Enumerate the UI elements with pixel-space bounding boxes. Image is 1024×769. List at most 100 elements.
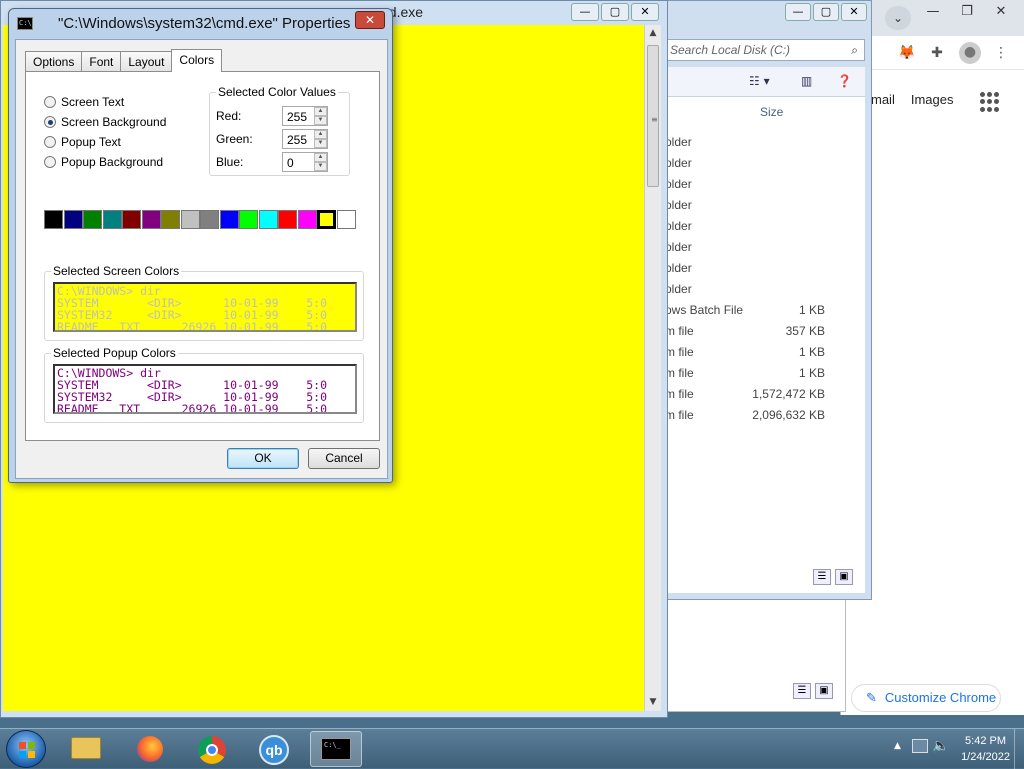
scroll-up-icon[interactable]: ▲ [645,25,661,42]
file-row[interactable]: m file 2,096,632 KB [665,408,865,429]
color-swatch[interactable] [297,210,317,229]
color-swatch[interactable] [44,210,63,229]
start-button[interactable] [6,730,46,768]
metamask-icon[interactable]: 🦊 [897,43,917,63]
gmail-link[interactable]: mail [871,92,895,107]
tab-layout[interactable]: Layout [120,51,173,71]
dialog-close-button[interactable]: ✕ [355,11,385,29]
cancel-button[interactable]: Cancel [308,448,380,469]
tab-colors[interactable]: Colors [171,49,223,72]
large-icons-view-icon[interactable]: ▣ [835,569,853,585]
file-row[interactable]: ows Batch File 1 KB [665,303,865,324]
ok-button[interactable]: OK [227,448,299,469]
tab-font[interactable]: Font [81,51,122,71]
file-row[interactable]: older [665,198,865,219]
chrome-close-button[interactable]: ✕ [984,0,1018,24]
radio-screen-background[interactable]: Screen Background [44,112,166,132]
color-swatch[interactable] [317,210,336,229]
explorer-minimize-button[interactable]: — [785,3,811,21]
cmd-minimize-button[interactable]: — [571,3,599,21]
green-spinner[interactable]: ▲ ▼ [314,130,327,148]
radio-popup-text[interactable]: Popup Text [44,132,166,152]
profile-icon[interactable]: ● [959,42,981,64]
color-swatch[interactable] [200,210,219,229]
file-row[interactable]: older [665,219,865,240]
file-row[interactable]: m file 1 KB [665,345,865,366]
file-type: ows Batch File [665,303,744,317]
radio-button[interactable] [44,156,56,168]
explorer-close-button[interactable]: ✕ [841,3,867,21]
color-swatch[interactable] [336,210,356,229]
file-row[interactable]: older [665,177,865,198]
taskbar-chrome[interactable] [186,731,238,767]
color-swatch[interactable] [83,210,102,229]
color-swatch[interactable] [63,210,83,229]
network-icon[interactable] [912,739,928,753]
cmd-maximize-button[interactable]: ▢ [601,3,629,21]
file-row[interactable]: older [665,156,865,177]
spin-up-icon[interactable]: ▲ [314,107,327,116]
chrome-minimize-button[interactable]: — [916,0,950,24]
cmd-close-button[interactable]: ✕ [631,3,659,21]
file-row[interactable]: m file 357 KB [665,324,865,345]
spin-down-icon[interactable]: ▼ [314,162,327,171]
scroll-thumb[interactable]: ≡ [647,45,659,187]
color-swatch[interactable] [141,210,161,229]
google-apps-icon[interactable] [980,92,1000,112]
radio-button[interactable] [44,136,56,148]
volume-icon[interactable]: 🔈 [932,738,949,754]
scroll-down-icon[interactable]: ▼ [645,694,661,711]
color-swatch[interactable] [239,210,258,229]
show-hidden-icons-icon[interactable]: ▲ [894,741,901,751]
color-swatch[interactable] [161,210,180,229]
taskbar-explorer[interactable] [60,731,112,767]
radio-popup-background[interactable]: Popup Background [44,152,166,172]
spin-down-icon[interactable]: ▼ [314,116,327,125]
file-row[interactable]: m file 1 KB [665,366,865,387]
taskbar-qbittorrent[interactable]: qb [248,731,300,767]
explorer-search-input[interactable]: Search Local Disk (C:) ⌕ [665,39,865,61]
red-row: Red: 255 ▲ ▼ [216,106,346,126]
file-row[interactable]: older [665,240,865,261]
color-swatch[interactable] [278,210,297,229]
taskbar-firefox[interactable] [124,731,176,767]
cmd-system-icon[interactable]: C:\_ [17,17,36,30]
chrome-menu-icon[interactable]: ⋮ [991,43,1011,63]
tab-search-button[interactable]: ⌄ [885,6,911,30]
radio-button[interactable] [44,96,56,108]
search-icon[interactable]: ⌕ [851,43,858,58]
view-options-icon[interactable]: ☷ ▾ [749,74,770,88]
tab-options[interactable]: Options [25,51,83,71]
file-row[interactable]: older [665,282,865,303]
extensions-icon[interactable]: ✚ [927,43,947,63]
size-column-header[interactable]: Size [760,105,783,119]
explorer-maximize-button[interactable]: ▢ [813,3,839,21]
chrome-restore-button[interactable]: ❐ [950,0,984,24]
color-swatch[interactable] [180,210,200,229]
radio-screen-text[interactable]: Screen Text [44,92,166,112]
help-icon[interactable]: ❓ [837,74,852,88]
taskbar-cmd[interactable]: C:\_ [310,731,362,767]
file-row[interactable]: older [665,261,865,282]
file-row[interactable]: older [665,135,865,156]
color-swatch[interactable] [219,210,239,229]
red-spinner[interactable]: ▲ ▼ [314,107,327,125]
console-scrollbar[interactable]: ▲ ≡ ▼ [644,25,661,711]
show-desktop-button[interactable] [1014,729,1024,769]
spin-down-icon[interactable]: ▼ [314,139,327,148]
radio-button-selected[interactable] [44,116,56,128]
preview-pane-icon[interactable]: ▥ [801,74,812,88]
color-swatch[interactable] [102,210,122,229]
blue-spinner[interactable]: ▲ ▼ [314,153,327,171]
details-view-icon[interactable]: ☰ [793,683,811,699]
file-row[interactable]: m file 1,572,472 KB [665,387,865,408]
clock[interactable]: 5:42 PM 1/24/2022 [961,733,1010,765]
customize-chrome-button[interactable]: ✎ Customize Chrome [851,684,1001,712]
color-swatch[interactable] [258,210,278,229]
details-view-icon[interactable]: ☰ [813,569,831,585]
spin-up-icon[interactable]: ▲ [314,153,327,162]
large-icons-view-icon[interactable]: ▣ [815,683,833,699]
spin-up-icon[interactable]: ▲ [314,130,327,139]
color-swatch[interactable] [122,210,141,229]
images-link[interactable]: Images [911,92,954,107]
